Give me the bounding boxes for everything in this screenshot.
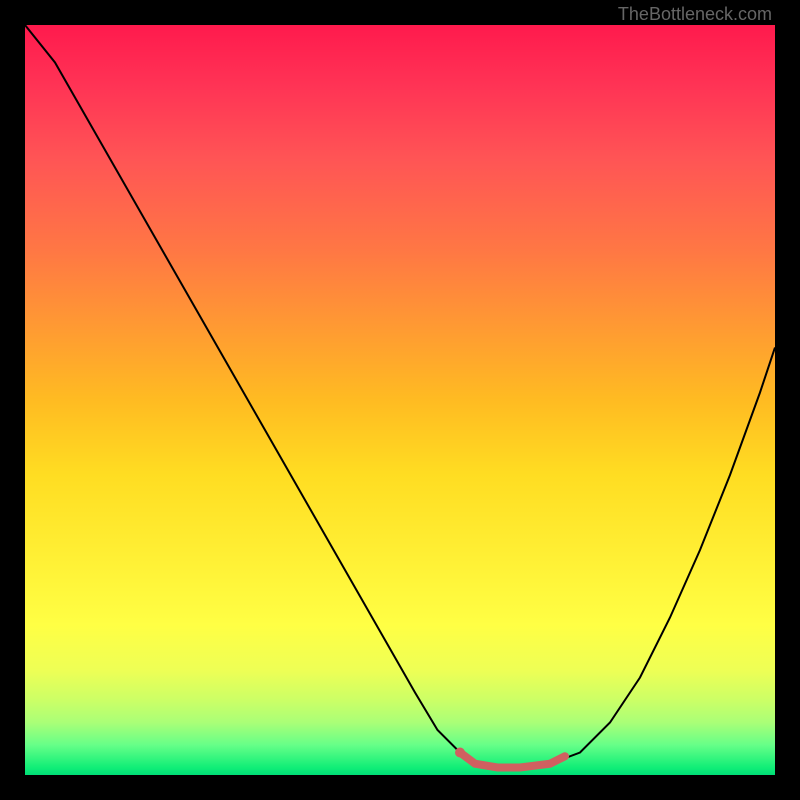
highlight-dot bbox=[455, 748, 465, 758]
chart-container: TheBottleneck.com bbox=[0, 0, 800, 800]
bottleneck-curve bbox=[25, 25, 775, 768]
plot-area bbox=[25, 25, 775, 775]
optimal-highlight bbox=[460, 753, 565, 768]
watermark-text: TheBottleneck.com bbox=[618, 4, 772, 25]
chart-svg bbox=[25, 25, 775, 775]
